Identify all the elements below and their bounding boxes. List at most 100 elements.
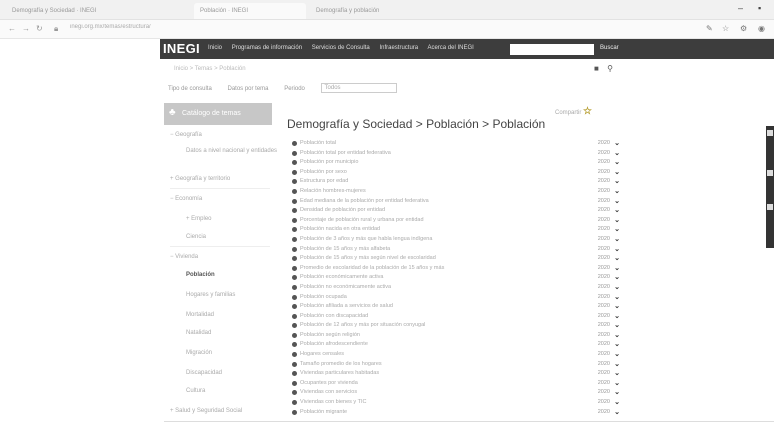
indicator-label[interactable]: Población afiliada a servicios de salud bbox=[300, 302, 570, 312]
indicator-row[interactable]: Población ocupada 2020 ⌄ bbox=[292, 293, 620, 303]
info-icon[interactable] bbox=[292, 236, 297, 242]
nav-inicio[interactable]: Inicio bbox=[208, 45, 222, 51]
indicator-row[interactable]: Población migrante 2020 ⌄ bbox=[292, 408, 620, 418]
indicator-row[interactable]: Población por sexo 2020 ⌄ bbox=[292, 168, 620, 178]
chevron-down-icon[interactable]: ⌄ bbox=[614, 177, 620, 187]
info-icon[interactable] bbox=[292, 217, 297, 223]
info-icon[interactable] bbox=[292, 304, 297, 310]
info-icon[interactable] bbox=[292, 352, 297, 358]
nav-servicios[interactable]: Servicios de Consulta bbox=[312, 45, 370, 51]
indicator-label[interactable]: Población de 15 años y más alfabeta bbox=[300, 245, 570, 255]
chevron-down-icon[interactable]: ⌄ bbox=[614, 264, 620, 274]
print-icon[interactable]: ■ bbox=[594, 64, 599, 73]
filter-label-1[interactable]: Tipo de consulta bbox=[168, 86, 212, 92]
browser-tab[interactable]: Demografía y población bbox=[310, 3, 390, 19]
search-button[interactable]: Buscar bbox=[600, 45, 619, 51]
indicator-row[interactable]: Promedio de escolaridad de la población … bbox=[292, 264, 620, 274]
indicator-row[interactable]: Población total por entidad federativa 20… bbox=[292, 149, 620, 159]
indicator-label[interactable]: Población no económicamente activa bbox=[300, 283, 570, 293]
chevron-down-icon[interactable]: ⌄ bbox=[614, 168, 620, 178]
indicator-row[interactable]: Población con discapacidad 2020 ⌄ bbox=[292, 312, 620, 322]
reload-icon[interactable]: ↻ bbox=[36, 24, 43, 33]
chevron-down-icon[interactable]: ⌄ bbox=[614, 369, 620, 379]
info-icon[interactable] bbox=[292, 246, 297, 252]
inegi-logo[interactable]: INEGI bbox=[163, 41, 200, 56]
chevron-down-icon[interactable]: ⌄ bbox=[614, 197, 620, 207]
indicator-row[interactable]: Relación hombres-mujeres 2020 ⌄ bbox=[292, 187, 620, 197]
sidebar-item[interactable]: Datos a nivel nacional y entidades bbox=[186, 148, 277, 154]
info-icon[interactable] bbox=[292, 390, 297, 396]
indicator-label[interactable]: Población total bbox=[300, 139, 570, 149]
indicator-label[interactable]: Viviendas con bienes y TIC bbox=[300, 398, 570, 408]
minimize-icon[interactable]: – bbox=[738, 3, 743, 13]
breadcrumb[interactable]: Inicio > Temas > Población bbox=[174, 66, 246, 72]
nav-acerca[interactable]: Acerca del INEGI bbox=[427, 45, 473, 51]
sidebar-item-geografia[interactable]: − Geografía bbox=[170, 132, 202, 138]
sidebar-item[interactable]: + Geografía y territorio bbox=[170, 176, 230, 182]
indicator-label[interactable]: Viviendas con servicios bbox=[300, 388, 570, 398]
chevron-down-icon[interactable]: ⌄ bbox=[614, 312, 620, 322]
indicator-label[interactable]: Edad mediana de la población por entidad… bbox=[300, 197, 570, 207]
indicator-row[interactable]: Población de 15 años y más alfabeta 2020 ⌄ bbox=[292, 245, 620, 255]
chevron-down-icon[interactable]: ⌄ bbox=[614, 293, 620, 303]
chevron-down-icon[interactable]: ⌄ bbox=[614, 398, 620, 408]
extension-icon[interactable]: ✎ bbox=[706, 24, 713, 33]
info-icon[interactable] bbox=[292, 332, 297, 338]
sidebar-item[interactable]: Natalidad bbox=[186, 330, 211, 336]
indicator-row[interactable]: Población afiliada a servicios de salud 2… bbox=[292, 302, 620, 312]
info-icon[interactable] bbox=[292, 265, 297, 271]
info-icon[interactable] bbox=[292, 371, 297, 377]
indicator-label[interactable]: Población por sexo bbox=[300, 168, 570, 178]
indicator-label[interactable]: Estructura por edad bbox=[300, 177, 570, 187]
chevron-down-icon[interactable]: ⌄ bbox=[614, 360, 620, 370]
indicator-label[interactable]: Población según religión bbox=[300, 331, 570, 341]
share-link[interactable]: Compartir ☆ bbox=[555, 106, 592, 117]
sidebar-item[interactable]: Ciencia bbox=[186, 234, 206, 240]
sidebar-header[interactable]: ♣ Catálogo de temas bbox=[164, 103, 272, 125]
sidebar-item[interactable]: Cultura bbox=[186, 388, 205, 394]
indicator-row[interactable]: Población afrodescendiente 2020 ⌄ bbox=[292, 340, 620, 350]
indicator-label[interactable]: Hogares censales bbox=[300, 350, 570, 360]
info-icon[interactable] bbox=[292, 409, 297, 415]
chevron-down-icon[interactable]: ⌄ bbox=[614, 149, 620, 159]
indicator-row[interactable]: Viviendas particulares habitadas 2020 ⌄ bbox=[292, 369, 620, 379]
period-select[interactable]: Todos bbox=[320, 83, 397, 93]
info-icon[interactable] bbox=[292, 361, 297, 367]
chevron-down-icon[interactable]: ⌄ bbox=[614, 331, 620, 341]
sidebar-item-salud[interactable]: + Salud y Seguridad Social bbox=[170, 408, 242, 414]
indicator-label[interactable]: Viviendas particulares habitadas bbox=[300, 369, 570, 379]
back-icon[interactable]: ← bbox=[8, 24, 16, 33]
info-icon[interactable] bbox=[292, 179, 297, 185]
chevron-down-icon[interactable]: ⌄ bbox=[614, 158, 620, 168]
chevron-down-icon[interactable]: ⌄ bbox=[614, 388, 620, 398]
indicator-row[interactable]: Hogares censales 2020 ⌄ bbox=[292, 350, 620, 360]
chevron-down-icon[interactable]: ⌄ bbox=[614, 273, 620, 283]
chevron-down-icon[interactable]: ⌄ bbox=[614, 302, 620, 312]
info-icon[interactable] bbox=[292, 150, 297, 156]
info-icon[interactable] bbox=[292, 256, 297, 262]
indicator-label[interactable]: Promedio de escolaridad de la población … bbox=[300, 264, 570, 274]
indicator-row[interactable]: Población de 12 años y más por situación… bbox=[292, 321, 620, 331]
info-icon[interactable] bbox=[292, 169, 297, 175]
chevron-down-icon[interactable]: ⌄ bbox=[614, 350, 620, 360]
indicator-label[interactable]: Población de 3 años y más que habla leng… bbox=[300, 235, 570, 245]
indicator-row[interactable]: Población total 2020 ⌄ bbox=[292, 139, 620, 149]
forward-icon[interactable]: → bbox=[22, 24, 30, 33]
chevron-down-icon[interactable]: ⌄ bbox=[614, 340, 620, 350]
chevron-down-icon[interactable]: ⌄ bbox=[614, 139, 620, 149]
chevron-down-icon[interactable]: ⌄ bbox=[614, 206, 620, 216]
sidebar-item-economia[interactable]: − Economía bbox=[170, 196, 202, 202]
info-icon[interactable] bbox=[292, 380, 297, 386]
indicator-label[interactable]: Población con discapacidad bbox=[300, 312, 570, 322]
indicator-row[interactable]: Tamaño promedio de los hogares 2020 ⌄ bbox=[292, 360, 620, 370]
indicator-label[interactable]: Relación hombres-mujeres bbox=[300, 187, 570, 197]
info-icon[interactable] bbox=[292, 323, 297, 329]
filter-label-2[interactable]: Datos por tema bbox=[227, 86, 268, 92]
indicator-row[interactable]: Densidad de población por entidad 2020 ⌄ bbox=[292, 206, 620, 216]
indicator-label[interactable]: Tamaño promedio de los hogares bbox=[300, 360, 570, 370]
indicator-row[interactable]: Edad mediana de la población por entidad… bbox=[292, 197, 620, 207]
indicator-row[interactable]: Población por municipio 2020 ⌄ bbox=[292, 158, 620, 168]
sidebar-item[interactable]: Discapacidad bbox=[186, 370, 222, 376]
info-icon[interactable] bbox=[292, 188, 297, 194]
indicator-row[interactable]: Población económicamente activa 2020 ⌄ bbox=[292, 273, 620, 283]
